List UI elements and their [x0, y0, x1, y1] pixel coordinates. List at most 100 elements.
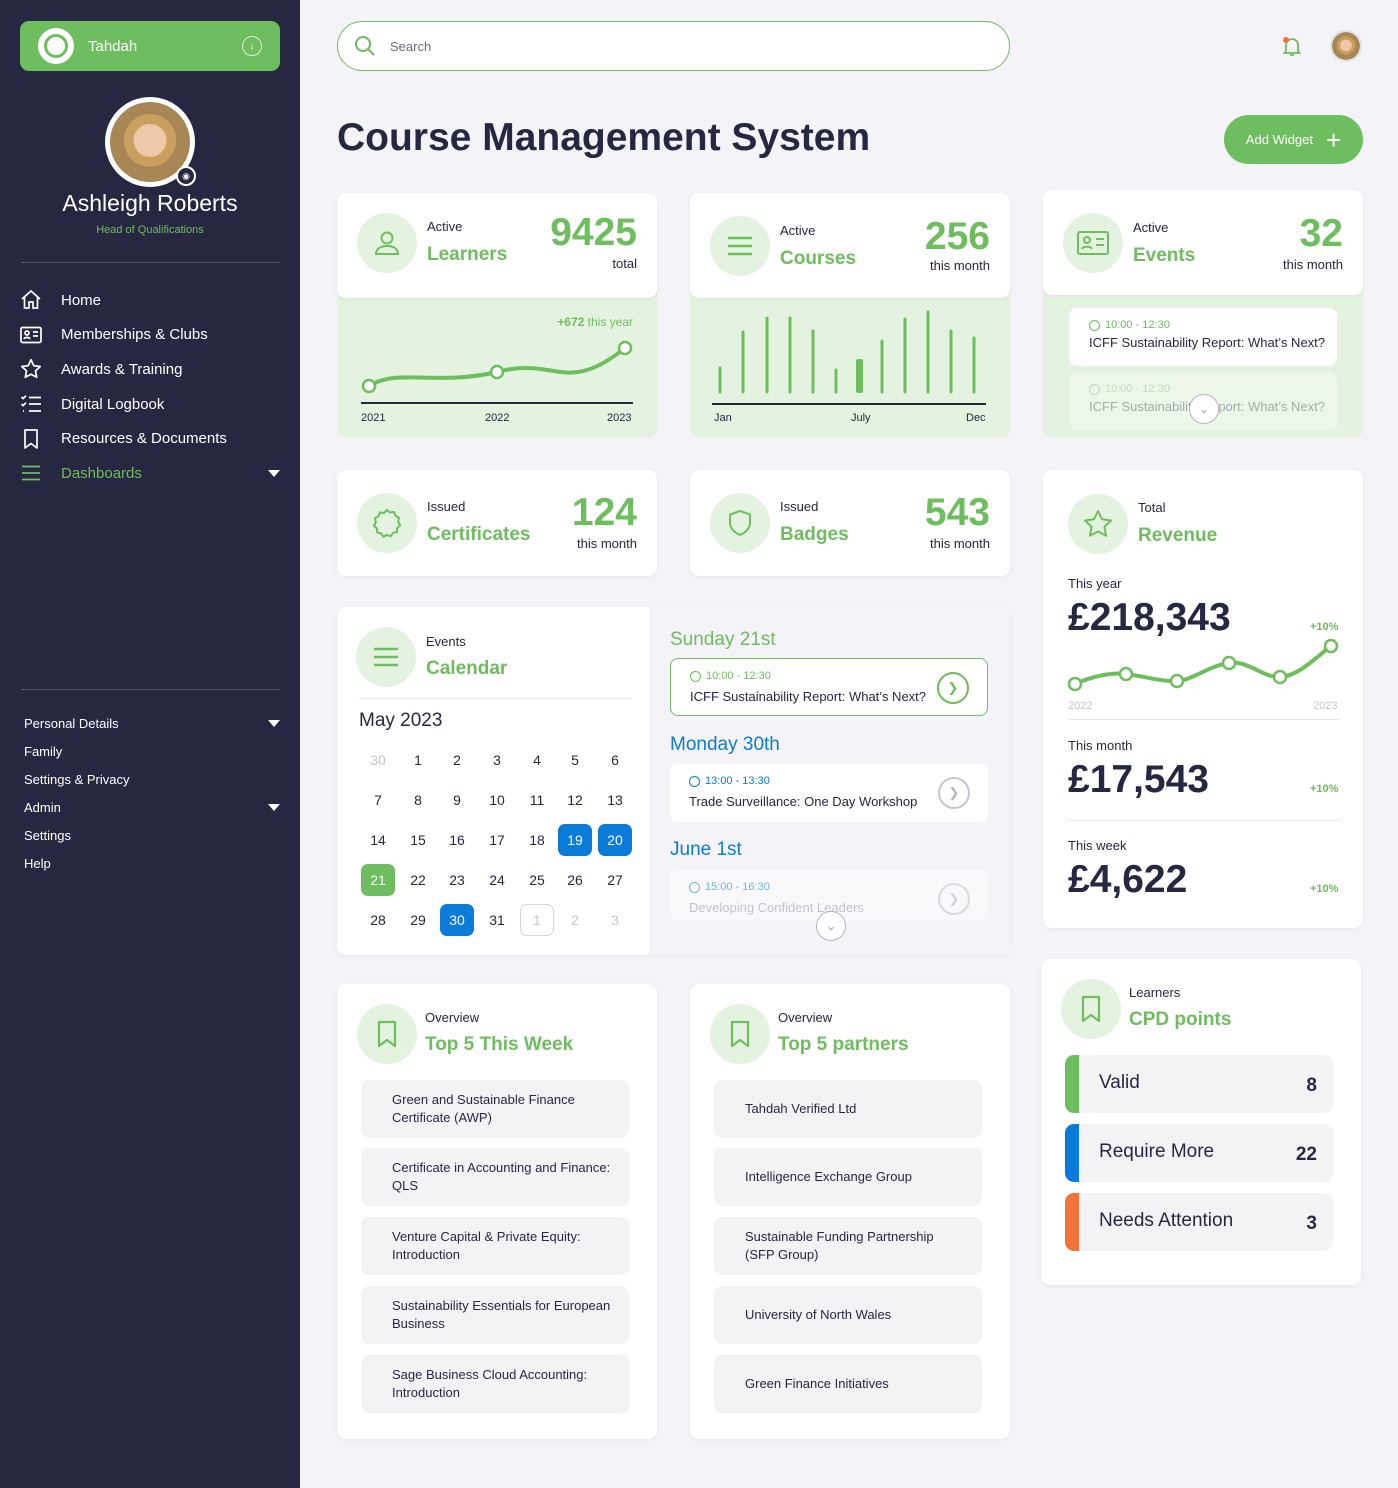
cpd-row-label: Valid: [1099, 1072, 1140, 1093]
brand-switcher[interactable]: Tahdah ↓: [20, 21, 280, 71]
calendar-day[interactable]: 8: [401, 784, 435, 816]
nav-label: Digital Logbook: [61, 395, 165, 413]
calendar-day[interactable]: 2: [440, 744, 474, 776]
calendar-day[interactable]: 2: [558, 904, 592, 936]
calendar-day[interactable]: 25: [520, 864, 554, 896]
calendar-day[interactable]: 21: [361, 864, 395, 896]
revenue-month-value: £17,543: [1068, 758, 1209, 801]
list-item[interactable]: University of North Wales: [714, 1286, 982, 1344]
calendar-day[interactable]: 3: [598, 904, 632, 936]
calendar-day[interactable]: 27: [598, 864, 632, 896]
cpd-row-require-more[interactable]: Require More 22: [1065, 1124, 1333, 1182]
list-item[interactable]: Certificate in Accounting and Finance: Q…: [361, 1148, 629, 1206]
nav-item-resources[interactable]: Resources & Documents: [20, 421, 282, 456]
calendar-day[interactable]: 4: [520, 744, 554, 776]
list-item[interactable]: Green Finance Initiatives: [714, 1355, 982, 1413]
calendar-day[interactable]: 19: [558, 824, 592, 856]
revenue-week-label: This week: [1068, 838, 1127, 853]
search-input[interactable]: [390, 38, 950, 54]
calendar-day[interactable]: 30: [361, 744, 395, 776]
events-label-small: Active: [1133, 220, 1169, 235]
nav-item-awards[interactable]: Awards & Training: [20, 352, 282, 387]
calendar-day[interactable]: 14: [361, 824, 395, 856]
calendar-day[interactable]: 7: [361, 784, 395, 816]
user-avatar[interactable]: [1330, 30, 1362, 62]
calendar-day[interactable]: 3: [480, 744, 514, 776]
sub-item-settings-privacy[interactable]: Settings & Privacy: [24, 765, 282, 793]
nav-item-home[interactable]: Home: [20, 283, 282, 318]
list-icon: [710, 216, 770, 276]
learners-card[interactable]: Active Learners 9425 total: [337, 193, 657, 298]
calendar-day[interactable]: 29: [401, 904, 435, 936]
calendar-day[interactable]: 1: [401, 744, 435, 776]
download-icon[interactable]: ↓: [242, 36, 262, 56]
calendar-day[interactable]: 16: [440, 824, 474, 856]
cpd-row-valid[interactable]: Valid 8: [1065, 1055, 1333, 1113]
chevron-right-icon[interactable]: ❯: [938, 883, 970, 915]
chevron-down-icon[interactable]: ⌄: [816, 911, 846, 941]
calendar-day[interactable]: 1: [520, 904, 554, 936]
calendar-day[interactable]: 24: [480, 864, 514, 896]
chevron-down-icon[interactable]: ⌄: [1189, 394, 1219, 424]
calendar-day[interactable]: 26: [558, 864, 592, 896]
event-item[interactable]: 10:00 - 12:30 ICFF Sustainability Report…: [1069, 308, 1337, 366]
chevron-right-icon[interactable]: ❯: [937, 672, 969, 704]
courses-x-label: July: [851, 412, 871, 424]
calendar-day[interactable]: 20: [598, 824, 632, 856]
main-nav: Home Memberships & Clubs Awards & Traini…: [20, 283, 282, 491]
calendar-day[interactable]: 5: [558, 744, 592, 776]
profile-avatar[interactable]: ◉: [105, 97, 196, 187]
event-time: 13:00 - 13:30: [689, 775, 770, 787]
calendar-day[interactable]: 10: [480, 784, 514, 816]
sub-item-admin[interactable]: Admin: [24, 793, 282, 821]
badges-card[interactable]: Issued Badges 543 this month: [690, 470, 1010, 576]
cpd-row-needs-attention[interactable]: Needs Attention 3: [1065, 1193, 1333, 1251]
events-card[interactable]: Active Events 32 this month: [1043, 190, 1363, 295]
calendar-day[interactable]: 17: [480, 824, 514, 856]
notification-bell-icon[interactable]: [1280, 34, 1304, 63]
camera-icon[interactable]: ◉: [176, 166, 196, 186]
nav-item-dashboards[interactable]: Dashboards: [20, 456, 282, 491]
calendar-day[interactable]: 15: [401, 824, 435, 856]
schedule-event[interactable]: 13:00 - 13:30 Trade Surveillance: One Da…: [670, 764, 988, 822]
list-item[interactable]: Sustainability Essentials for European B…: [361, 1286, 629, 1344]
calendar-day[interactable]: 13: [598, 784, 632, 816]
list-item[interactable]: Venture Capital & Private Equity: Introd…: [361, 1217, 629, 1275]
schedule-event[interactable]: 10:00 - 12:30 ICFF Sustainability Report…: [670, 658, 988, 716]
calendar-day[interactable]: 6: [598, 744, 632, 776]
courses-card[interactable]: Active Courses 256 this month: [690, 193, 1010, 298]
list-item[interactable]: Green and Sustainable Finance Certificat…: [361, 1080, 629, 1138]
calendar-day[interactable]: 31: [480, 904, 514, 936]
revenue-card[interactable]: Total Revenue This year £218,343 +10% 20…: [1043, 470, 1363, 928]
calendar-day[interactable]: 23: [440, 864, 474, 896]
list-item[interactable]: Tahdah Verified Ltd: [714, 1080, 982, 1138]
chevron-down-icon[interactable]: [268, 803, 280, 811]
nav-label: Dashboards: [61, 464, 142, 482]
brand-name: Tahdah: [88, 37, 138, 55]
calendar-day[interactable]: 18: [520, 824, 554, 856]
chevron-down-icon[interactable]: [268, 719, 280, 727]
chevron-right-icon[interactable]: ❯: [938, 777, 970, 809]
chevron-down-icon[interactable]: [268, 469, 280, 477]
sub-item-family[interactable]: Family: [24, 737, 282, 765]
nav-item-logbook[interactable]: Digital Logbook: [20, 387, 282, 422]
calendar-day[interactable]: 22: [401, 864, 435, 896]
calendar-day[interactable]: 11: [520, 784, 554, 816]
nav-item-memberships[interactable]: Memberships & Clubs: [20, 318, 282, 353]
calendar-day[interactable]: 30: [440, 904, 474, 936]
calendar-day[interactable]: 12: [558, 784, 592, 816]
certificates-label-small: Issued: [427, 499, 466, 514]
sub-item-settings[interactable]: Settings: [24, 821, 282, 849]
calendar-day[interactable]: 28: [361, 904, 395, 936]
certificates-card[interactable]: Issued Certificates 124 this month: [337, 470, 657, 576]
calendar-day[interactable]: 9: [440, 784, 474, 816]
badges-unit: this month: [930, 536, 990, 551]
list-item[interactable]: Sage Business Cloud Accounting: Introduc…: [361, 1355, 629, 1413]
learners-label-big: Learners: [427, 244, 508, 265]
list-item[interactable]: Sustainable Funding Partnership (SFP Gro…: [714, 1217, 982, 1275]
search-bar[interactable]: [337, 21, 1010, 71]
sub-item-personal-details[interactable]: Personal Details: [24, 709, 282, 737]
list-item[interactable]: Intelligence Exchange Group: [714, 1148, 982, 1206]
sub-item-help[interactable]: Help: [24, 849, 282, 877]
add-widget-button[interactable]: Add Widget +: [1224, 115, 1363, 164]
